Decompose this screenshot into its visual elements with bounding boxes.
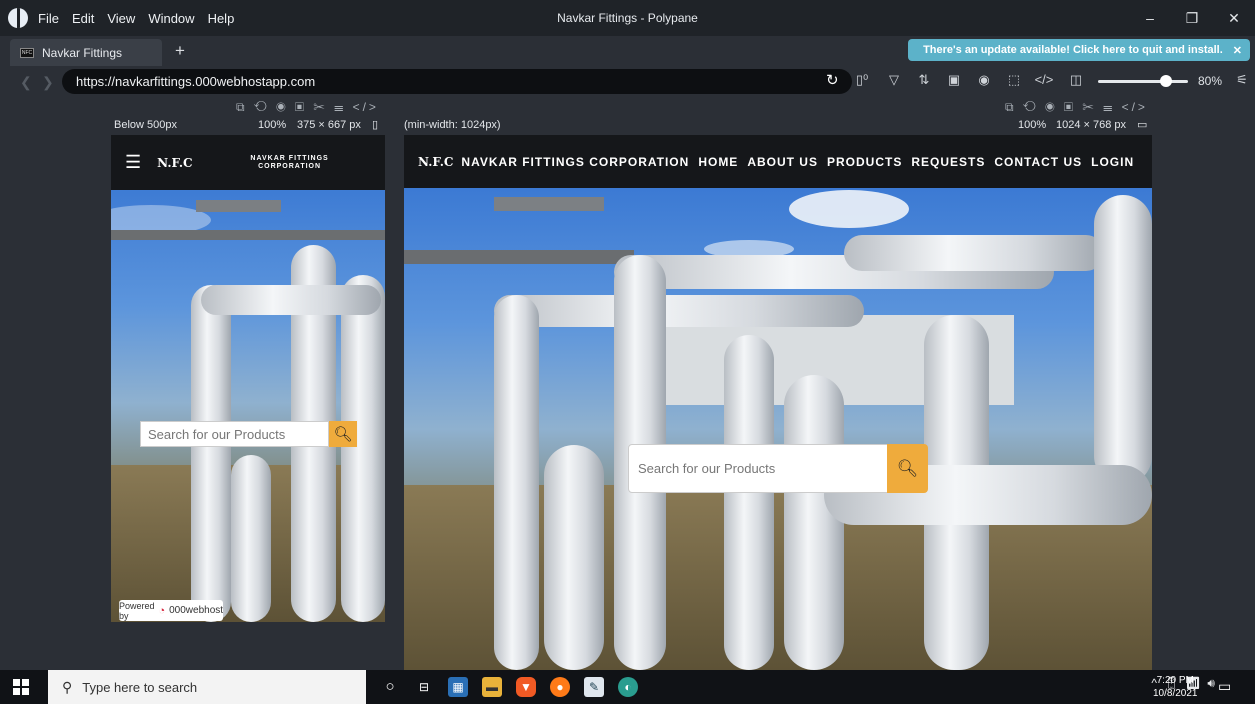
clock-time: 7:20 PM <box>1156 675 1194 686</box>
inspect-icon[interactable]: ⬚ <box>1004 72 1024 88</box>
desktop-pane-label[interactable]: (min-width: 1024px) <box>404 119 501 131</box>
taskbar-search[interactable]: ⚲ Type here to search <box>48 670 366 704</box>
polypane-taskbar-icon[interactable]: ◐ <box>618 677 638 697</box>
close-banner-icon[interactable]: ✕ <box>1233 44 1242 57</box>
mobile-viewport: ☰ N.F.C NAVKAR FITTINGS CORPORATION Sear… <box>111 135 385 622</box>
mobile-pane-tools-icon[interactable]: ⧉ ⟲ ◉ ▣ ✂ ☰ </> <box>236 100 379 115</box>
desktop-device-icon[interactable]: ▭ <box>1137 118 1147 131</box>
powered-by-badge[interactable]: Powered by ◔ 000webhost <box>119 600 223 621</box>
desktop-pane-scale: 100% <box>1018 119 1047 131</box>
address-bar: ❮ ❯ https://navkarfittings.000webhostapp… <box>0 66 1255 98</box>
mobile-search-input[interactable]: Search for our Products <box>140 421 329 447</box>
notepad-icon[interactable]: ✎ <box>584 677 604 697</box>
panel-icon[interactable]: ◫ <box>1066 72 1086 88</box>
powered-by-text: Powered by <box>118 600 155 621</box>
nav-requests[interactable]: REQUESTS <box>911 155 985 169</box>
webhost-name: 000webhost <box>169 605 224 616</box>
zoom-level: 80% <box>1198 74 1223 88</box>
reload-icon[interactable]: ↻ <box>826 71 839 89</box>
search-icon: ⚲ <box>62 678 73 695</box>
nav-company-name: NAVKAR FITTINGS CORPORATION <box>461 154 690 169</box>
nav-about-us[interactable]: ABOUT US <box>747 155 818 169</box>
mobile-brand-full: NAVKAR FITTINGS CORPORATION <box>250 154 329 170</box>
menu-file[interactable]: File <box>38 11 59 26</box>
sync-scroll-icon[interactable]: ⇅ <box>914 72 934 88</box>
update-banner-text[interactable]: There's an update available! Click here … <box>923 44 1223 56</box>
restore-button[interactable]: ❐ <box>1171 0 1213 36</box>
windows-start-icon[interactable] <box>13 679 29 695</box>
mobile-search-button[interactable]: 🔍︎ <box>329 421 357 447</box>
title-bar: File Edit View Window Help Navkar Fittin… <box>0 0 1255 36</box>
settings-sliders-icon[interactable]: ⚟ <box>1232 72 1252 88</box>
brave-icon[interactable]: ▼ <box>516 677 536 697</box>
firefox-icon[interactable]: ● <box>550 677 570 697</box>
clock-date: 10/8/2021 <box>1153 688 1198 699</box>
mobile-pane-label[interactable]: Below 500px <box>114 119 177 131</box>
mobile-navbar: ☰ N.F.C NAVKAR FITTINGS CORPORATION <box>111 135 385 190</box>
desktop-pane-size: 1024 × 768 px <box>1056 119 1127 131</box>
nav-login[interactable]: LOGIN <box>1091 155 1134 169</box>
file-explorer-icon[interactable]: ▬ <box>482 677 502 697</box>
close-button[interactable]: ✕ <box>1213 0 1255 36</box>
webhost-logo-icon: ◔ <box>158 604 166 617</box>
desktop-search-button[interactable]: 🔍︎ <box>887 444 928 493</box>
search-icon: 🔍︎ <box>896 458 919 478</box>
desktop-navbar: N.F.C NAVKAR FITTINGS CORPORATION HOME A… <box>404 135 1152 188</box>
cortana-icon[interactable]: ○ <box>380 677 400 697</box>
polypane-logo-icon <box>8 8 28 28</box>
tab-navkar-fittings[interactable]: NFC Navkar Fittings <box>10 39 162 66</box>
forward-icon[interactable]: ❯ <box>42 74 54 91</box>
camera-icon[interactable]: ◉ <box>974 72 994 88</box>
desktop-search-input[interactable]: Search for our Products <box>628 444 888 493</box>
zoom-slider-handle[interactable] <box>1160 75 1172 87</box>
mobile-pane-scale: 100% <box>258 119 287 131</box>
desktop-pane-tools-icon[interactable]: ⧉ ⟲ ◉ ▣ ✂ ☰ </> <box>1005 100 1148 115</box>
menu-bar: File Edit View Window Help <box>38 11 247 26</box>
zoom-slider[interactable] <box>1098 80 1188 83</box>
menu-view[interactable]: View <box>107 11 135 26</box>
back-icon[interactable]: ❮ <box>20 74 32 91</box>
mobile-pane-size: 375 × 667 px <box>297 119 361 131</box>
minimize-button[interactable]: – <box>1129 0 1171 36</box>
code-icon[interactable]: </> <box>1034 72 1054 87</box>
clock[interactable]: 7:20 PM 10/8/2021 <box>1153 674 1198 700</box>
menu-edit[interactable]: Edit <box>72 11 94 26</box>
filter-icon[interactable]: ▽ <box>884 72 904 88</box>
nav-home[interactable]: HOME <box>698 155 738 169</box>
hamburger-menu-icon[interactable]: ☰ <box>125 152 141 173</box>
new-tab-button[interactable]: + <box>175 41 185 61</box>
tab-label: Navkar Fittings <box>42 45 123 60</box>
notification-icon[interactable]: ▭ <box>1218 678 1231 695</box>
pane-layout-icon[interactable]: ▯⁰ <box>852 72 872 88</box>
nav-contact-us[interactable]: CONTACT US <box>994 155 1082 169</box>
screenshot-icon[interactable]: ▣ <box>944 72 964 88</box>
nav-products[interactable]: PRODUCTS <box>827 155 902 169</box>
menu-window[interactable]: Window <box>148 11 194 26</box>
search-icon: 🔍︎ <box>333 426 353 443</box>
desktop-brand[interactable]: N.F.C <box>418 155 453 169</box>
mobile-brand[interactable]: N.F.C <box>157 156 192 170</box>
update-banner[interactable]: There's an update available! Click here … <box>908 39 1250 61</box>
favicon-icon: NFC <box>20 47 34 58</box>
app-icon[interactable]: ▦ <box>448 677 468 697</box>
desktop-viewport: N.F.C NAVKAR FITTINGS CORPORATION HOME A… <box>404 135 1152 670</box>
device-icon[interactable]: ▯ <box>372 118 378 131</box>
taskbar: ⚲ Type here to search ○ ⊟ ▦ ▬ ▼ ● ✎ ◐ ^ … <box>0 670 1255 704</box>
url-input[interactable]: https://navkarfittings.000webhostapp.com <box>62 69 852 94</box>
taskbar-search-placeholder: Type here to search <box>82 679 198 695</box>
menu-help[interactable]: Help <box>208 11 235 26</box>
task-view-icon[interactable]: ⊟ <box>414 677 434 697</box>
